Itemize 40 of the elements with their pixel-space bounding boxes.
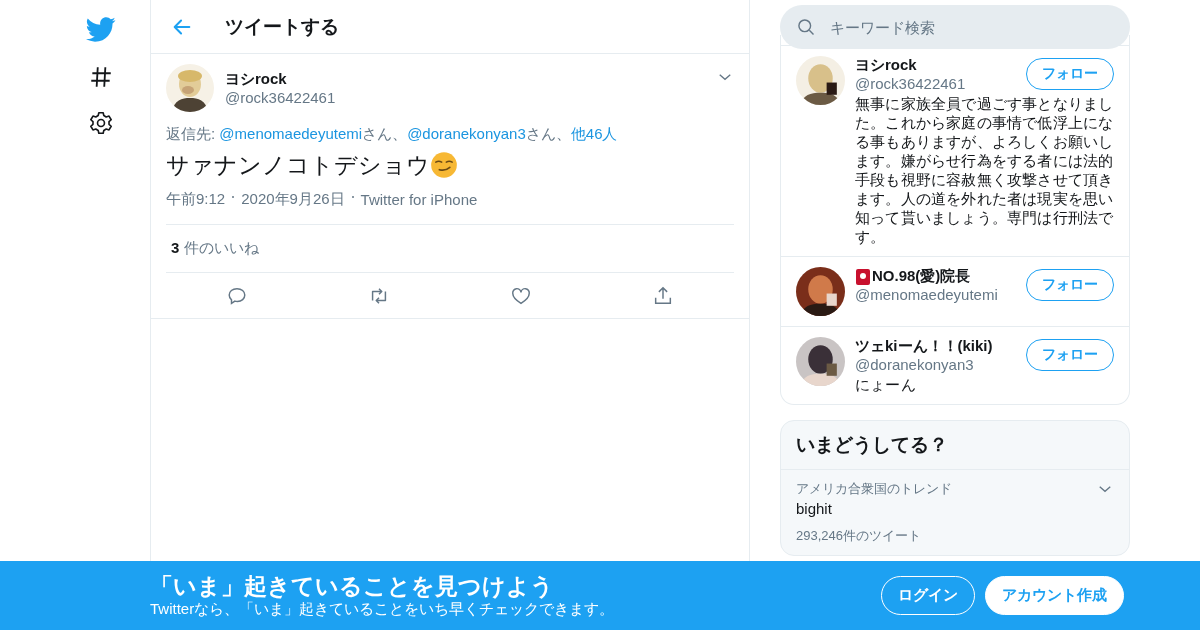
tweet-meta[interactable]: Twitter for iPhone: [360, 191, 478, 208]
page-title: ツイートする: [225, 14, 339, 39]
smirking-face-icon: [430, 151, 458, 179]
mention-link[interactable]: @doranekonyan3: [407, 125, 526, 142]
reply-icon[interactable]: [226, 285, 248, 307]
trends-title: いまどうしてる？: [781, 421, 1129, 470]
bird-logo-icon[interactable]: [86, 14, 116, 44]
follow-button[interactable]: フォロー: [1026, 58, 1114, 90]
user-name[interactable]: ツェkiーん！！(kiki): [855, 337, 993, 356]
mention-link[interactable]: 他46人: [570, 125, 618, 142]
follow-button[interactable]: フォロー: [1026, 339, 1114, 371]
follow-button[interactable]: フォロー: [1026, 269, 1114, 301]
user-name[interactable]: ヨシrock: [225, 70, 716, 89]
tweet-meta: 午前9:12: [166, 190, 226, 209]
user-handle[interactable]: @doranekonyan3: [855, 356, 993, 373]
tweet-count: 293,246件のツイート: [796, 527, 922, 545]
banner-title: 「いま」起きていることを見つけよう: [150, 572, 555, 600]
tweet-meta: 2020年9月26日: [241, 190, 345, 209]
user-name[interactable]: NO.98(愛)院長: [872, 267, 971, 286]
settings-icon[interactable]: [88, 110, 114, 136]
user-bio: 無事に家族全員で過ごす事となりました。これから家庭の事情で低浮上になる事もありますが、よろしくお願いします。嫌がらせ行為をする者には法的手段も視野に容赦無く攻撃させて頂きます。人の道を外れた者は現実を思い知って貰いましょう。専門は行刑法です。: [855, 94, 1114, 246]
mention-link[interactable]: @menomaedeyutemi: [219, 125, 363, 142]
hashtag-icon[interactable]: [88, 64, 114, 90]
reply-to-line: 返信先: @menomaedeyutemiさん、@doranekonyan3さん、他46人: [166, 125, 619, 144]
user-name[interactable]: ヨシrock: [855, 56, 917, 75]
login-button[interactable]: ログイン: [881, 576, 975, 615]
user-bio: にょーん: [855, 375, 917, 394]
share-icon[interactable]: [652, 285, 674, 307]
signup-button[interactable]: アカウント作成: [985, 576, 1124, 615]
heart-icon[interactable]: [510, 285, 532, 307]
search-icon: [796, 17, 816, 37]
trend-context: アメリカ合衆国のトレンド: [796, 480, 953, 498]
user-handle[interactable]: @rock36422461: [225, 89, 716, 106]
trend-name[interactable]: bighit: [796, 500, 1096, 517]
user-handle[interactable]: @menomaedeyutemi: [855, 286, 998, 303]
like-count[interactable]: 3 件のいいね: [171, 239, 259, 256]
banner-subtitle: Twitterなら、「いま」起きていることをいち早くチェックできます。: [150, 600, 615, 619]
tweet-text: サァナンノコトデショウ: [166, 151, 430, 180]
search-field[interactable]: キーワード検索: [780, 5, 1130, 49]
user-handle[interactable]: @rock36422461: [855, 75, 966, 92]
